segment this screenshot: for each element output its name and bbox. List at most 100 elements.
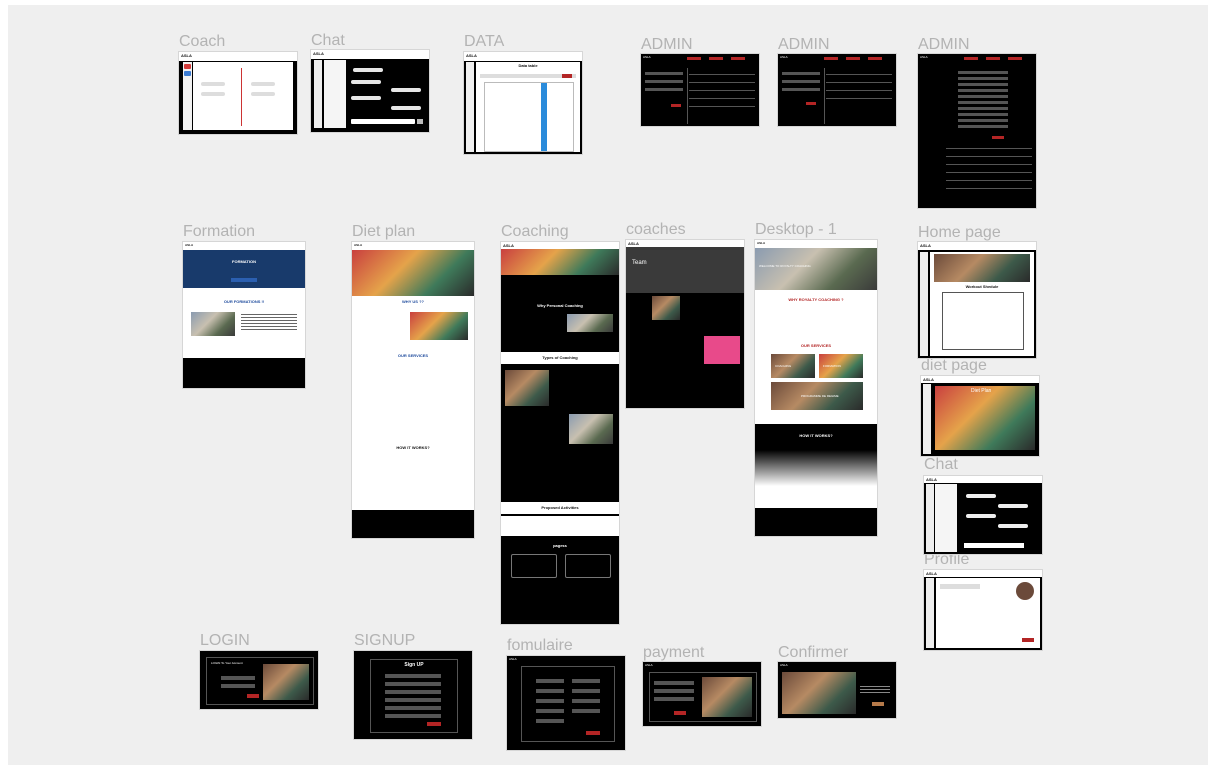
send-button[interactable] — [417, 119, 423, 124]
frame-label-coaching: Coaching — [501, 223, 569, 240]
data-panel: Data table — [476, 62, 580, 152]
frame-signup[interactable]: Sign UP — [354, 651, 472, 739]
hero-banner: FORMATION — [183, 250, 305, 288]
chat-area — [347, 60, 425, 128]
frame-formulaire[interactable]: ASLA — [507, 656, 625, 750]
frame-confirmer[interactable]: ASLA — [778, 662, 896, 718]
frame-label-admin-2: ADMIN — [778, 36, 830, 53]
services-heading: OUR SERVICES — [800, 343, 832, 348]
frame-label-desktop: Desktop - 1 — [755, 221, 837, 238]
confirm-button[interactable] — [872, 702, 884, 706]
data-table — [484, 82, 574, 152]
workout-schedule-title: Workout Shedule — [965, 284, 999, 289]
logo: ASLA — [645, 663, 653, 667]
frame-label-coach: Coach — [179, 33, 226, 50]
logo: ASLA — [780, 55, 788, 59]
frame-coaches[interactable]: ASLA Team — [626, 240, 744, 408]
footer — [755, 508, 877, 536]
frame-label-payment: payment — [643, 644, 705, 661]
frame-label-profile: Profile — [924, 551, 970, 568]
formation-title: FORMATION — [232, 259, 256, 264]
pay-button[interactable] — [674, 711, 686, 715]
sign-up-button[interactable] — [427, 722, 441, 726]
formation-image — [191, 312, 235, 336]
frame-data[interactable]: ASLA Data table — [464, 52, 582, 154]
frame-label-chat-2: Chat — [924, 456, 958, 473]
frame-payment[interactable]: ASLA — [643, 662, 761, 726]
frame-diet-page[interactable]: ASLA Diet Plan — [921, 376, 1039, 456]
frame-chat[interactable]: ASLA — [311, 50, 429, 132]
diet-plan-title: Diet Plan — [971, 388, 992, 394]
logo: ASLA — [926, 571, 937, 576]
welcome-title: WELCOME TO ROYALTY COACHING — [759, 264, 811, 268]
frame-admin-2[interactable]: ASLA — [778, 54, 896, 126]
frame-admin-3[interactable]: ASLA — [918, 54, 1036, 208]
logo: ASLA — [757, 241, 766, 245]
sign-up-title: Sign UP — [404, 662, 424, 668]
frame-label-data: DATA — [464, 33, 505, 50]
contact-list[interactable] — [324, 60, 346, 128]
sidebar — [314, 60, 322, 128]
why-us-heading: WHY US ?? — [402, 299, 424, 304]
frame-label-diet-plan: Diet plan — [352, 223, 416, 240]
login-button[interactable] — [247, 694, 259, 698]
how-it-works: HOW IT WORKS? — [799, 433, 833, 438]
frame-diet-plan[interactable]: ASLA WHY US ?? OUR SERVICES HOW IT WORKS… — [352, 242, 474, 538]
frame-label-diet-page: diet page — [921, 357, 987, 374]
logo: ASLA — [643, 55, 651, 59]
logo: ASLA — [503, 243, 514, 248]
frame-label-login: LOGIN — [200, 632, 250, 649]
footer — [183, 358, 305, 388]
frame-coaching[interactable]: ASLA Why Personal Coaching Types of Coac… — [501, 242, 619, 624]
frame-home-page[interactable]: ASLA Workout Shedule — [918, 242, 1036, 358]
frame-label-confirmer: Confirmer — [778, 644, 849, 661]
header: ASLA — [179, 52, 297, 61]
logo: ASLA — [920, 55, 928, 59]
frame-admin-1[interactable]: ASLA — [641, 54, 759, 126]
how-it-works-heading: HOW IT WORKS? — [396, 445, 430, 450]
sidebar-item[interactable] — [184, 71, 191, 76]
logo: ASLA — [920, 243, 931, 248]
frame-label-chat: Chat — [311, 32, 345, 49]
diet-image — [410, 312, 468, 340]
header: ASLA — [311, 50, 429, 59]
submit-button[interactable] — [586, 731, 600, 735]
our-formations-heading: OUR FORMATIONS !! — [223, 299, 265, 304]
logo: ASLA — [509, 657, 517, 661]
our-services-heading: OUR SERVICES — [397, 353, 429, 358]
frame-chat-2[interactable]: ASLA — [924, 476, 1042, 554]
avatar — [1016, 582, 1034, 600]
logo: ASLA — [181, 53, 192, 58]
logo: ASLA — [313, 51, 324, 56]
logo: ASLA — [926, 477, 937, 482]
frame-label-signup: SIGNUP — [354, 632, 416, 649]
logo: ASLA — [466, 53, 477, 58]
header: ASLA — [464, 52, 582, 61]
frame-label-formulaire: fomulaire — [507, 637, 573, 654]
frame-formation[interactable]: ASLA FORMATION OUR FORMATIONS !! — [183, 242, 305, 388]
frame-login[interactable]: LOGIN To Your Account — [200, 651, 318, 709]
hero-image: WELCOME TO ROYALTY COACHING — [755, 248, 877, 290]
why-royalty-heading: WHY ROYALTY COACHING ? — [788, 297, 844, 302]
message-input[interactable] — [964, 543, 1024, 548]
team-banner: Team — [626, 247, 744, 293]
frame-label-formation: Formation — [183, 223, 256, 240]
frame-profile[interactable]: ASLA — [924, 570, 1042, 650]
frame-label-coaches: coaches — [626, 221, 686, 238]
sidebar-item[interactable] — [184, 64, 191, 69]
coach-panel — [193, 62, 293, 130]
frame-label-admin-3: ADMIN — [918, 36, 970, 53]
why-personal-heading: Why Personal Coaching — [537, 303, 583, 308]
hero-image — [501, 249, 619, 275]
logo: ASLA — [354, 243, 363, 247]
types-of-coaching-heading: Types of Coaching — [542, 355, 578, 360]
message-input[interactable] — [351, 119, 415, 124]
data-table-title: Data table — [518, 63, 538, 68]
login-title: LOGIN To Your Account — [211, 661, 243, 665]
frame-coach[interactable]: ASLA — [179, 52, 297, 134]
team-title: Team — [632, 260, 647, 266]
proposed-activities-heading: Proposed Activities — [541, 505, 579, 510]
logo: ASLA — [780, 663, 788, 667]
frame-label-home: Home page — [918, 224, 1001, 241]
frame-desktop-1[interactable]: ASLA WELCOME TO ROYALTY COACHING WHY ROY… — [755, 240, 877, 536]
